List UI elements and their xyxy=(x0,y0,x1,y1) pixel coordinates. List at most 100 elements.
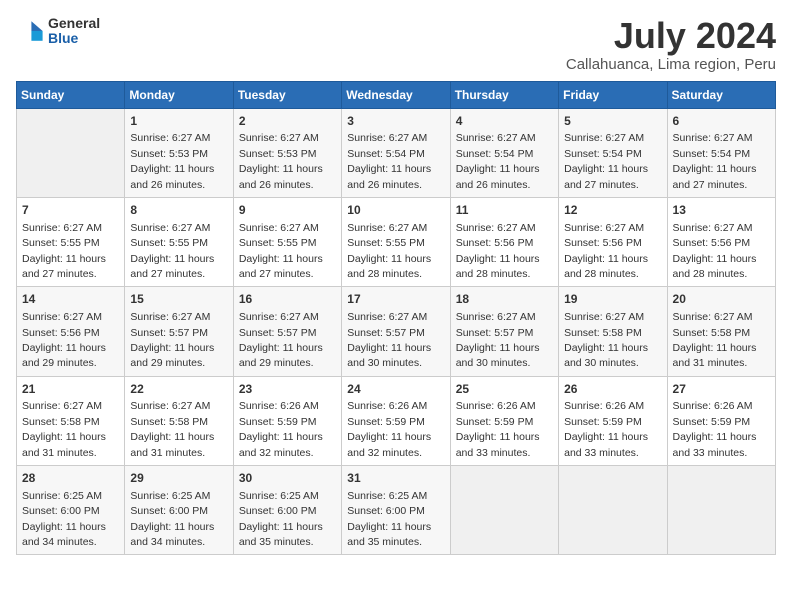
cell-5-4: 31 Sunrise: 6:25 AM Sunset: 6:00 PM Dayli… xyxy=(342,466,450,555)
day-number: 6 xyxy=(673,113,770,130)
cell-3-6: 19 Sunrise: 6:27 AM Sunset: 5:58 PM Dayli… xyxy=(559,287,667,376)
day-info: Sunrise: 6:27 AM Sunset: 5:54 PM Dayligh… xyxy=(564,132,648,190)
page-header: General Blue July 2024 Callahuanca, Lima… xyxy=(16,16,776,73)
cell-2-1: 7 Sunrise: 6:27 AM Sunset: 5:55 PM Daylig… xyxy=(17,197,125,286)
cell-1-6: 5 Sunrise: 6:27 AM Sunset: 5:54 PM Daylig… xyxy=(559,108,667,197)
day-info: Sunrise: 6:27 AM Sunset: 5:55 PM Dayligh… xyxy=(130,222,214,280)
day-info: Sunrise: 6:25 AM Sunset: 6:00 PM Dayligh… xyxy=(239,490,323,548)
header-sunday: Sunday xyxy=(17,81,125,108)
day-info: Sunrise: 6:27 AM Sunset: 5:54 PM Dayligh… xyxy=(673,132,757,190)
day-number: 26 xyxy=(564,381,661,398)
header-saturday: Saturday xyxy=(667,81,775,108)
cell-1-4: 3 Sunrise: 6:27 AM Sunset: 5:54 PM Daylig… xyxy=(342,108,450,197)
logo-general-text: General xyxy=(48,16,100,31)
day-info: Sunrise: 6:27 AM Sunset: 5:53 PM Dayligh… xyxy=(130,132,214,190)
day-number: 4 xyxy=(456,113,553,130)
cell-5-5 xyxy=(450,466,558,555)
logo-icon xyxy=(16,17,44,45)
day-info: Sunrise: 6:27 AM Sunset: 5:56 PM Dayligh… xyxy=(456,222,540,280)
day-number: 18 xyxy=(456,291,553,308)
day-number: 3 xyxy=(347,113,444,130)
header-monday: Monday xyxy=(125,81,233,108)
day-number: 31 xyxy=(347,470,444,487)
cell-2-7: 13 Sunrise: 6:27 AM Sunset: 5:56 PM Dayli… xyxy=(667,197,775,286)
day-info: Sunrise: 6:27 AM Sunset: 5:55 PM Dayligh… xyxy=(347,222,431,280)
header-row: Sunday Monday Tuesday Wednesday Thursday… xyxy=(17,81,776,108)
cell-2-6: 12 Sunrise: 6:27 AM Sunset: 5:56 PM Dayli… xyxy=(559,197,667,286)
day-number: 25 xyxy=(456,381,553,398)
cell-2-2: 8 Sunrise: 6:27 AM Sunset: 5:55 PM Daylig… xyxy=(125,197,233,286)
cell-5-1: 28Sunrise: 6:25 AM Sunset: 6:00 PM Dayli… xyxy=(17,466,125,555)
day-info: Sunrise: 6:27 AM Sunset: 5:55 PM Dayligh… xyxy=(239,222,323,280)
cell-1-3: 2Sunrise: 6:27 AM Sunset: 5:53 PM Daylig… xyxy=(233,108,341,197)
header-friday: Friday xyxy=(559,81,667,108)
header-thursday: Thursday xyxy=(450,81,558,108)
cell-3-2: 15Sunrise: 6:27 AM Sunset: 5:57 PM Dayli… xyxy=(125,287,233,376)
day-info: Sunrise: 6:25 AM Sunset: 6:00 PM Dayligh… xyxy=(347,490,431,548)
cell-5-3: 30 Sunrise: 6:25 AM Sunset: 6:00 PM Dayli… xyxy=(233,466,341,555)
day-info: Sunrise: 6:27 AM Sunset: 5:58 PM Dayligh… xyxy=(130,400,214,458)
cell-2-4: 10 Sunrise: 6:27 AM Sunset: 5:55 PM Dayli… xyxy=(342,197,450,286)
calendar-header: Sunday Monday Tuesday Wednesday Thursday… xyxy=(17,81,776,108)
cell-4-6: 26 Sunrise: 6:26 AM Sunset: 5:59 PM Dayli… xyxy=(559,376,667,465)
week-row-1: 1 Sunrise: 6:27 AM Sunset: 5:53 PM Daylig… xyxy=(17,108,776,197)
day-info: Sunrise: 6:27 AM Sunset: 5:58 PM Dayligh… xyxy=(673,311,757,369)
month-year-title: July 2024 xyxy=(566,16,776,56)
day-info: Sunrise: 6:26 AM Sunset: 5:59 PM Dayligh… xyxy=(564,400,648,458)
day-number: 11 xyxy=(456,202,553,219)
cell-3-7: 20 Sunrise: 6:27 AM Sunset: 5:58 PM Dayli… xyxy=(667,287,775,376)
cell-3-1: 14Sunrise: 6:27 AM Sunset: 5:56 PM Dayli… xyxy=(17,287,125,376)
week-row-3: 14Sunrise: 6:27 AM Sunset: 5:56 PM Dayli… xyxy=(17,287,776,376)
day-info: Sunrise: 6:27 AM Sunset: 5:53 PM Dayligh… xyxy=(239,132,323,190)
cell-4-7: 27 Sunrise: 6:26 AM Sunset: 5:59 PM Dayli… xyxy=(667,376,775,465)
day-number: 12 xyxy=(564,202,661,219)
day-info: Sunrise: 6:27 AM Sunset: 5:55 PM Dayligh… xyxy=(22,222,106,280)
cell-4-3: 23Sunrise: 6:26 AM Sunset: 5:59 PM Dayli… xyxy=(233,376,341,465)
day-number: 5 xyxy=(564,113,661,130)
day-number: 8 xyxy=(130,202,227,219)
cell-5-7 xyxy=(667,466,775,555)
day-info: Sunrise: 6:26 AM Sunset: 5:59 PM Dayligh… xyxy=(673,400,757,458)
week-row-4: 21 Sunrise: 6:27 AM Sunset: 5:58 PM Dayli… xyxy=(17,376,776,465)
day-number: 1 xyxy=(130,113,227,130)
cell-4-2: 22 Sunrise: 6:27 AM Sunset: 5:58 PM Dayli… xyxy=(125,376,233,465)
day-info: Sunrise: 6:27 AM Sunset: 5:54 PM Dayligh… xyxy=(347,132,431,190)
cell-3-3: 16Sunrise: 6:27 AM Sunset: 5:57 PM Dayli… xyxy=(233,287,341,376)
cell-1-7: 6 Sunrise: 6:27 AM Sunset: 5:54 PM Daylig… xyxy=(667,108,775,197)
logo: General Blue xyxy=(16,16,100,47)
day-number: 17 xyxy=(347,291,444,308)
cell-3-5: 18Sunrise: 6:27 AM Sunset: 5:57 PM Dayli… xyxy=(450,287,558,376)
day-number: 7 xyxy=(22,202,119,219)
day-number: 24 xyxy=(347,381,444,398)
day-number: 13 xyxy=(673,202,770,219)
day-number: 23 xyxy=(239,381,336,398)
cell-5-6 xyxy=(559,466,667,555)
day-number: 30 xyxy=(239,470,336,487)
logo-blue-text: Blue xyxy=(48,31,100,46)
day-number: 21 xyxy=(22,381,119,398)
day-number: 22 xyxy=(130,381,227,398)
cell-1-5: 4Sunrise: 6:27 AM Sunset: 5:54 PM Daylig… xyxy=(450,108,558,197)
day-info: Sunrise: 6:27 AM Sunset: 5:56 PM Dayligh… xyxy=(564,222,648,280)
day-info: Sunrise: 6:26 AM Sunset: 5:59 PM Dayligh… xyxy=(347,400,431,458)
title-block: July 2024 Callahuanca, Lima region, Peru xyxy=(566,16,776,73)
day-number: 19 xyxy=(564,291,661,308)
cell-4-4: 24 Sunrise: 6:26 AM Sunset: 5:59 PM Dayli… xyxy=(342,376,450,465)
day-info: Sunrise: 6:27 AM Sunset: 5:58 PM Dayligh… xyxy=(564,311,648,369)
cell-1-2: 1 Sunrise: 6:27 AM Sunset: 5:53 PM Daylig… xyxy=(125,108,233,197)
cell-1-1 xyxy=(17,108,125,197)
calendar-body: 1 Sunrise: 6:27 AM Sunset: 5:53 PM Daylig… xyxy=(17,108,776,555)
day-info: Sunrise: 6:27 AM Sunset: 5:56 PM Dayligh… xyxy=(22,311,106,369)
day-number: 28 xyxy=(22,470,119,487)
cell-2-5: 11 Sunrise: 6:27 AM Sunset: 5:56 PM Dayli… xyxy=(450,197,558,286)
day-number: 10 xyxy=(347,202,444,219)
cell-4-1: 21Sunrise: 6:27 AM Sunset: 5:58 PM Dayli… xyxy=(17,376,125,465)
day-info: Sunrise: 6:27 AM Sunset: 5:56 PM Dayligh… xyxy=(673,222,757,280)
day-number: 27 xyxy=(673,381,770,398)
day-info: Sunrise: 6:27 AM Sunset: 5:57 PM Dayligh… xyxy=(130,311,214,369)
week-row-2: 7 Sunrise: 6:27 AM Sunset: 5:55 PM Daylig… xyxy=(17,197,776,286)
week-row-5: 28 Sunrise: 6:25 AM Sunset: 6:00 PM Dayli… xyxy=(17,466,776,555)
day-number: 20 xyxy=(673,291,770,308)
day-number: 9 xyxy=(239,202,336,219)
day-number: 16 xyxy=(239,291,336,308)
